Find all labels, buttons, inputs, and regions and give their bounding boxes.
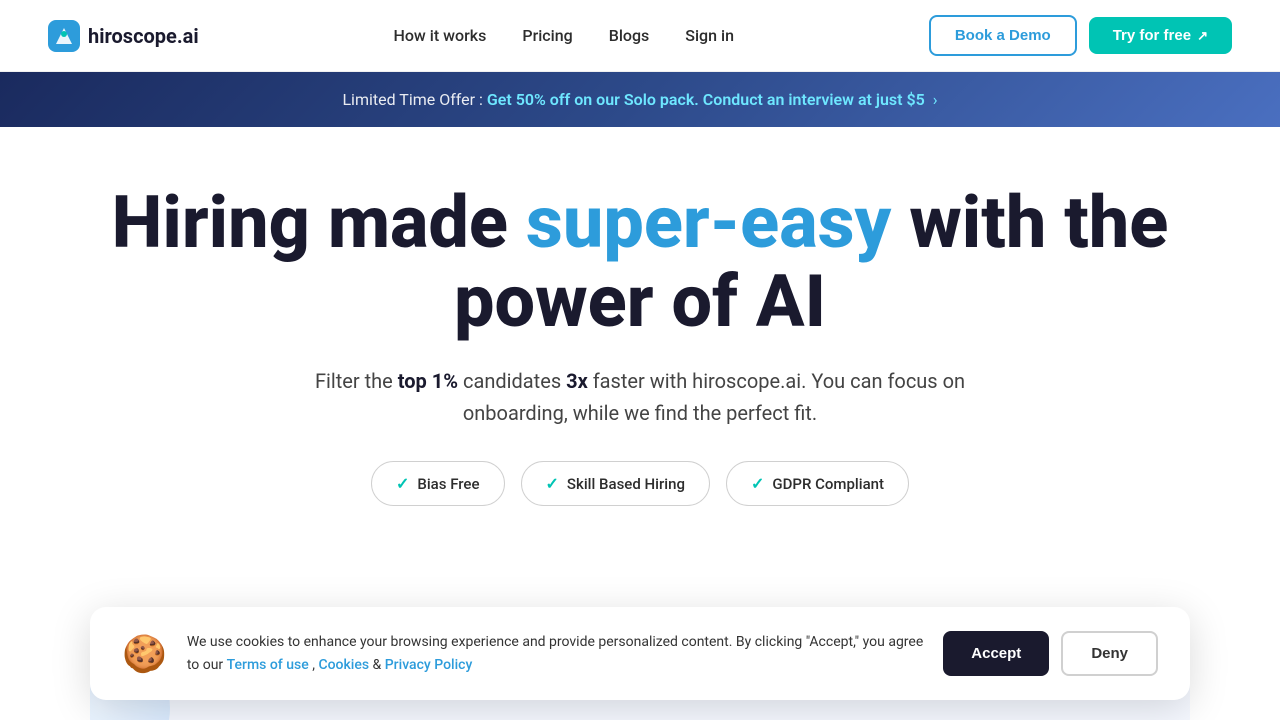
- external-link-icon: ↗: [1197, 28, 1208, 44]
- hero-headline: Hiring made super-easy with the power of…: [48, 183, 1232, 341]
- hero-subtitle: Filter the top 1% candidates 3x faster w…: [290, 365, 990, 429]
- badge-bias-free: ✓ Bias Free: [371, 461, 505, 506]
- logo-text: hiroscope.ai: [88, 24, 199, 48]
- badge-gdpr: ✓ GDPR Compliant: [726, 461, 909, 506]
- banner-label-text: Limited Time Offer :: [342, 90, 482, 109]
- promo-banner: Limited Time Offer : Get 50% off on our …: [0, 72, 1280, 127]
- cookie-accept-button[interactable]: Accept: [943, 631, 1049, 676]
- feature-badges: ✓ Bias Free ✓ Skill Based Hiring ✓ GDPR …: [48, 461, 1232, 506]
- nav-how-it-works[interactable]: How it works: [394, 26, 487, 45]
- cookie-banner: 🍪 We use cookies to enhance your browsin…: [90, 607, 1190, 700]
- logo-icon: [48, 20, 80, 52]
- cookie-deny-button[interactable]: Deny: [1061, 631, 1158, 676]
- nav-blogs[interactable]: Blogs: [609, 26, 650, 45]
- check-icon-bias-free: ✓: [396, 474, 409, 493]
- book-demo-button[interactable]: Book a Demo: [929, 15, 1077, 56]
- nav-sign-in[interactable]: Sign in: [685, 26, 734, 45]
- hero-section: Hiring made super-easy with the power of…: [0, 127, 1280, 570]
- logo[interactable]: hiroscope.ai: [48, 20, 199, 52]
- privacy-policy-link[interactable]: Privacy Policy: [385, 657, 473, 673]
- nav-pricing[interactable]: Pricing: [522, 26, 572, 45]
- cookies-link[interactable]: Cookies: [318, 657, 369, 673]
- cookie-text: We use cookies to enhance your browsing …: [187, 631, 923, 676]
- check-icon-skill-based: ✓: [546, 474, 559, 493]
- banner-chevron-icon: ›: [933, 90, 938, 109]
- cookie-icon: 🍪: [122, 633, 167, 675]
- cookie-actions: Accept Deny: [943, 631, 1158, 676]
- check-icon-gdpr: ✓: [751, 474, 764, 493]
- terms-of-use-link[interactable]: Terms of use: [227, 657, 309, 673]
- try-free-button[interactable]: Try for free ↗: [1089, 17, 1232, 54]
- badge-skill-based: ✓ Skill Based Hiring: [521, 461, 710, 506]
- banner-offer-link[interactable]: Get 50% off on our Solo pack. Conduct an…: [487, 90, 925, 109]
